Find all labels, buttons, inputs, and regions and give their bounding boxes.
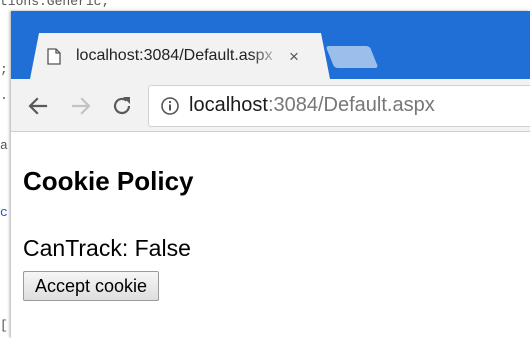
code-line: [ [0,318,8,333]
back-arrow-icon[interactable] [26,94,50,118]
code-line: ; [0,62,8,77]
url-path: :3084/Default.aspx [267,94,435,116]
code-line: c [0,205,8,220]
forward-arrow-icon[interactable] [69,94,93,118]
tab-close-icon[interactable]: × [285,48,303,66]
tab-title: localhost:3084/Default.aspx [76,47,273,64]
code-line: tions.Generic; [0,0,110,9]
info-icon[interactable] [160,96,180,116]
url-text[interactable]: localhost:3084/Default.aspx [189,94,435,117]
new-tab-button[interactable] [325,46,379,68]
url-host: localhost [189,94,268,116]
code-line: . [0,88,8,103]
page-title: Cookie Policy [23,166,194,196]
accept-cookie-button[interactable]: Accept cookie [23,271,160,301]
reload-icon[interactable] [110,94,134,118]
cantrack-status: CanTrack: False [23,235,191,261]
code-line: a [0,138,8,153]
page-icon [47,48,61,65]
